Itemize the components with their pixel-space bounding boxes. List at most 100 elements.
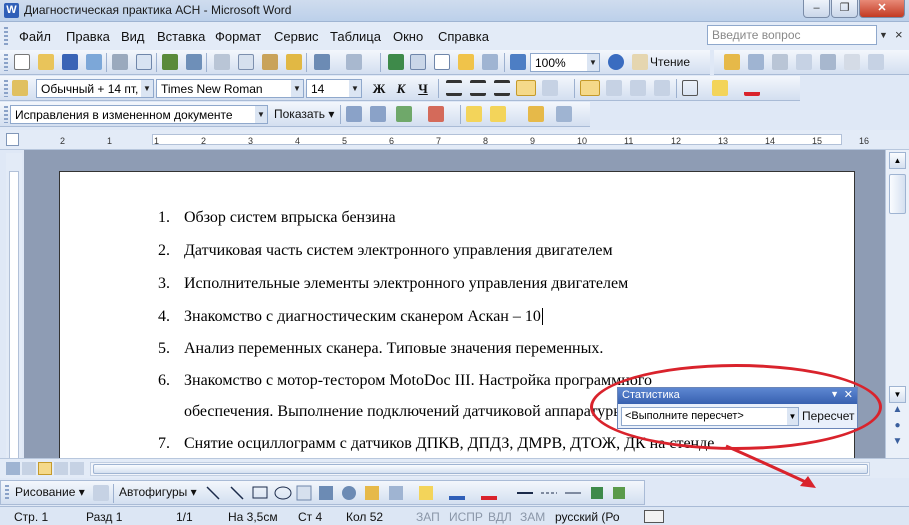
- 3d-style-icon[interactable]: [613, 487, 625, 499]
- paragraph-icon[interactable]: [844, 54, 860, 70]
- rectangle-icon[interactable]: [252, 486, 268, 499]
- scroll-thumb[interactable]: [889, 174, 906, 214]
- oval-icon[interactable]: [274, 486, 292, 500]
- redo-icon[interactable]: [346, 54, 362, 70]
- print-preview-icon[interactable]: [136, 54, 152, 70]
- next-page-icon[interactable]: ▼: [889, 436, 906, 451]
- status-track-changes[interactable]: ИСПР: [449, 510, 483, 524]
- normal-view-icon[interactable]: [6, 462, 20, 475]
- web-view-icon[interactable]: [22, 462, 36, 475]
- picture-icon[interactable]: [389, 486, 403, 500]
- toolbar-grip[interactable]: [4, 106, 8, 123]
- font-size-select[interactable]: 14 ▼: [306, 79, 362, 98]
- menu-insert[interactable]: Вставка: [157, 29, 205, 44]
- arrow-icon[interactable]: [230, 486, 244, 500]
- diagram-icon[interactable]: [342, 486, 356, 500]
- decrease-indent-icon[interactable]: [630, 80, 646, 96]
- tables-borders-icon[interactable]: [410, 54, 426, 70]
- reading-view-icon[interactable]: [70, 462, 84, 475]
- insert-picture-icon[interactable]: [724, 54, 740, 70]
- menu-view[interactable]: Вид: [121, 29, 145, 44]
- ask-question-input[interactable]: Введите вопрос: [707, 25, 877, 45]
- toolbar-grip[interactable]: [4, 54, 8, 71]
- new-document-icon[interactable]: [14, 54, 30, 70]
- accept-change-icon[interactable]: [396, 106, 412, 122]
- status-extend-selection[interactable]: ВДЛ: [488, 510, 512, 524]
- list-item[interactable]: Обзор систем впрыска бензина: [184, 209, 396, 227]
- track-changes-icon[interactable]: [528, 106, 544, 122]
- show-hide-icon[interactable]: [772, 54, 788, 70]
- print-icon[interactable]: [112, 54, 128, 70]
- drawing-menu-button[interactable]: Рисование ▾: [15, 485, 85, 499]
- show-menu-button[interactable]: Показать ▾: [274, 107, 334, 121]
- format-painter-icon[interactable]: [286, 54, 302, 70]
- shape-icon[interactable]: [796, 54, 812, 70]
- minimize-button[interactable]: –: [803, 0, 830, 18]
- clip-art-icon[interactable]: [365, 486, 379, 500]
- select-browse-object-icon[interactable]: ●: [889, 420, 906, 435]
- open-folder-icon[interactable]: [38, 54, 54, 70]
- justify-icon[interactable]: [516, 80, 536, 96]
- list-item[interactable]: Датчиковая часть систем электронного упр…: [184, 242, 613, 260]
- menu-window[interactable]: Окно: [393, 29, 423, 44]
- display-for-review-select[interactable]: Исправления в измененном документе ▼: [10, 105, 268, 124]
- reject-change-icon[interactable]: [428, 106, 444, 122]
- toolbar-grip[interactable]: [4, 80, 8, 97]
- list-item[interactable]: Знакомство с мотор-тестором MotoDoc III.…: [184, 372, 652, 390]
- line-icon[interactable]: [206, 486, 220, 500]
- italic-button[interactable]: К: [392, 80, 410, 97]
- shadow-style-icon[interactable]: [591, 487, 603, 499]
- spelling-status-icon[interactable]: [644, 510, 664, 523]
- align-center-icon[interactable]: [470, 80, 486, 96]
- status-record-macro[interactable]: ЗАП: [416, 510, 440, 524]
- increase-indent-icon[interactable]: [654, 80, 670, 96]
- status-overtype[interactable]: ЗАМ: [520, 510, 545, 524]
- list-item[interactable]: Исполнительные элементы электронного упр…: [184, 275, 628, 293]
- envelope-icon[interactable]: [868, 54, 884, 70]
- highlight-icon[interactable]: [712, 80, 728, 96]
- list-item-continuation[interactable]: обеспечения. Выполнение подключений датч…: [184, 403, 628, 421]
- ask-dropdown-icon[interactable]: ▼: [879, 30, 888, 40]
- hyperlink-icon[interactable]: [388, 54, 404, 70]
- previous-change-icon[interactable]: [346, 106, 362, 122]
- insert-excel-icon[interactable]: [458, 54, 474, 70]
- style-select[interactable]: Обычный + 14 пт, ▼: [36, 79, 154, 98]
- select-objects-icon[interactable]: [93, 485, 109, 501]
- drawing-tools[interactable]: [201, 481, 721, 505]
- spelling-icon[interactable]: [162, 54, 178, 70]
- copy-icon[interactable]: [238, 54, 254, 70]
- previous-page-icon[interactable]: ▲: [889, 404, 906, 419]
- text-box-icon[interactable]: [748, 54, 764, 70]
- vertical-scrollbar[interactable]: ▲ ▼ ▲ ● ▼: [885, 150, 909, 458]
- cut-icon[interactable]: [214, 54, 230, 70]
- paste-icon[interactable]: [262, 54, 278, 70]
- help-icon[interactable]: [608, 54, 624, 70]
- columns-icon[interactable]: [482, 54, 498, 70]
- restore-button[interactable]: ❐: [831, 0, 858, 18]
- menu-format[interactable]: Формат: [215, 29, 261, 44]
- permission-icon[interactable]: [86, 54, 102, 70]
- horizontal-ruler[interactable]: 2 1 1 2 3 4 5 6 7 8 9 10 11 12 13 14 15 16: [0, 130, 909, 150]
- font-color-icon[interactable]: [481, 496, 497, 500]
- outline-view-icon[interactable]: [54, 462, 68, 475]
- font-color-icon[interactable]: [744, 80, 760, 96]
- document-map-icon[interactable]: [510, 54, 526, 70]
- scroll-up-icon[interactable]: ▲: [889, 152, 906, 169]
- compare-icon[interactable]: [820, 54, 836, 70]
- list-item[interactable]: Анализ переменных сканера. Типовые значе…: [184, 340, 603, 358]
- bullets-icon[interactable]: [606, 80, 622, 96]
- zoom-select[interactable]: 100% ▼: [530, 53, 600, 72]
- reading-layout-icon[interactable]: [632, 54, 648, 70]
- menu-tools[interactable]: Сервис: [274, 29, 319, 44]
- print-layout-view-icon[interactable]: [38, 462, 52, 475]
- numbering-icon[interactable]: [580, 80, 600, 96]
- text-box-icon[interactable]: [296, 485, 312, 501]
- close-document-button[interactable]: ×: [895, 27, 903, 42]
- menu-grip[interactable]: [4, 27, 8, 45]
- insert-comment-icon[interactable]: [466, 106, 482, 122]
- menu-help[interactable]: Справка: [438, 29, 489, 44]
- save-icon[interactable]: [62, 54, 78, 70]
- next-change-icon[interactable]: [370, 106, 386, 122]
- styles-pane-icon[interactable]: [12, 80, 28, 96]
- line-spacing-icon[interactable]: [542, 80, 558, 96]
